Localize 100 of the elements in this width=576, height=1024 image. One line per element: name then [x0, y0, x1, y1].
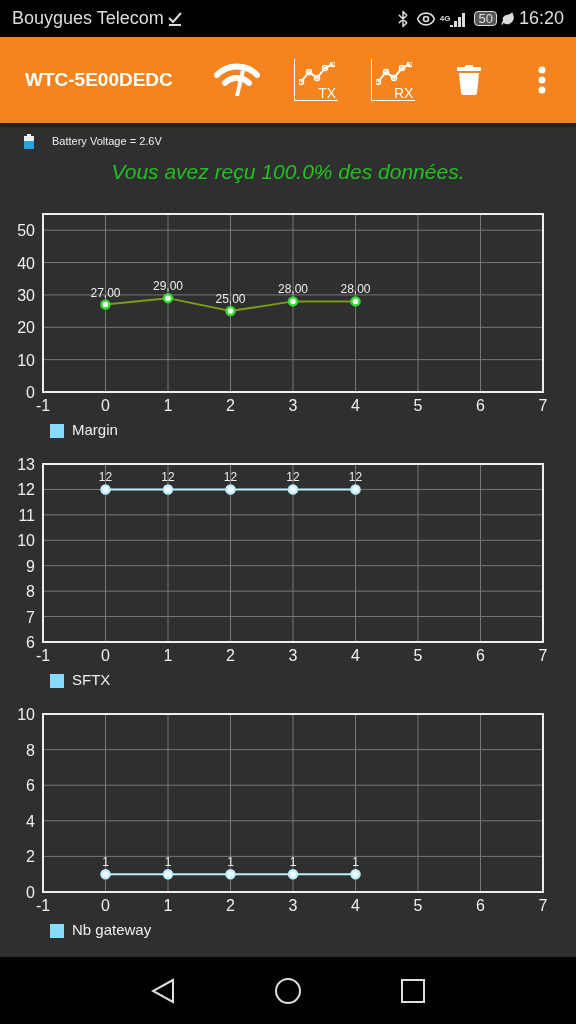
value-label: 28,00	[340, 282, 371, 297]
data-point	[100, 484, 111, 496]
x-tick-label: 1	[163, 397, 173, 415]
y-tick-label: 4	[26, 813, 35, 831]
x-tick-label: 5	[413, 397, 423, 415]
y-tick-label: 6	[26, 634, 35, 652]
legend-label: Margin	[72, 420, 118, 441]
value-label: 12	[348, 470, 363, 485]
battery-voltage: Battery Voltage = 2.6V	[52, 134, 162, 150]
data-point	[225, 306, 236, 317]
data-point	[287, 869, 299, 880]
value-label: 1	[289, 855, 297, 870]
x-tick-label: 1	[163, 897, 173, 915]
x-tick-label: 2	[226, 647, 235, 665]
data-point	[287, 484, 299, 496]
y-tick-label: 0	[26, 884, 35, 902]
x-tick-label: 4	[351, 397, 360, 415]
x-tick-label: 7	[538, 397, 548, 415]
x-tick-label: 6	[476, 897, 485, 915]
y-tick-label: 11	[18, 507, 35, 525]
leaf-icon	[500, 11, 515, 26]
value-label: 25,00	[215, 292, 246, 307]
line-chart-icon	[376, 62, 413, 87]
value-label: 12	[223, 470, 238, 485]
x-tick-label: 4	[351, 647, 360, 665]
x-tick-label: -1	[35, 647, 51, 665]
y-tick-label: 50	[17, 222, 35, 240]
x-tick-label: 0	[101, 397, 110, 415]
line-chart-icon	[299, 62, 336, 87]
value-label: 1	[164, 855, 172, 870]
y-tick-label: 10	[17, 352, 35, 369]
checkmark-icon	[167, 11, 182, 26]
data-point	[350, 296, 361, 307]
trash-icon	[456, 65, 481, 96]
x-tick-label: 2	[226, 397, 235, 415]
x-tick-label: 5	[413, 897, 423, 915]
x-tick-label: 0	[101, 897, 110, 915]
x-tick-label: 3	[288, 897, 298, 915]
battery-level: 50	[474, 11, 497, 27]
y-tick-label: 10	[17, 532, 35, 550]
value-label: 12	[98, 470, 113, 485]
x-tick-label: 4	[351, 897, 360, 915]
data-point	[162, 484, 174, 496]
data-point	[225, 869, 236, 880]
legend-label: Nb gateway	[72, 920, 152, 941]
legend-swatch	[50, 423, 64, 438]
x-tick-label: 3	[288, 397, 298, 415]
clock: 16:20	[518, 7, 564, 31]
y-tick-label: 9	[26, 558, 35, 576]
x-tick-label: 0	[101, 647, 110, 665]
value-label: 27,00	[90, 286, 121, 300]
y-tick-label: 8	[26, 741, 35, 759]
cell-signal-icon	[450, 10, 467, 27]
x-tick-label: 6	[476, 647, 485, 665]
carrier-name: Bouygues Telecom	[12, 7, 164, 31]
x-tick-label: -1	[35, 397, 51, 415]
battery-icon	[24, 134, 34, 150]
y-tick-label: 6	[26, 777, 35, 795]
y-tick-label: 7	[26, 608, 35, 626]
more-icon	[538, 66, 546, 95]
toolbar-title: WTC-5E00DEDC	[25, 68, 173, 93]
recents-icon	[401, 978, 426, 1003]
x-tick-label: 1	[163, 647, 173, 665]
data-point	[100, 299, 111, 311]
y-tick-label: 2	[26, 848, 35, 866]
status-message: Vous avez reçu 100.0% des données.	[110, 158, 466, 185]
value-label: 29,00	[153, 279, 183, 294]
x-tick-label: 7	[538, 897, 548, 915]
value-label: 28,00	[278, 282, 308, 297]
data-point	[162, 293, 174, 304]
x-tick-label: 2	[226, 897, 235, 915]
y-tick-label: 10	[17, 707, 35, 724]
data-point	[100, 869, 111, 880]
y-tick-label: 13	[17, 457, 35, 474]
x-tick-label: 3	[288, 647, 298, 665]
chart-button[interactable]: RX	[371, 59, 416, 102]
wifi-icon	[213, 62, 260, 99]
value-label: 1	[102, 855, 109, 870]
value-label: 12	[161, 470, 175, 485]
y-tick-label: 8	[26, 583, 35, 601]
back-icon	[150, 977, 175, 1004]
value-label: 1	[227, 855, 234, 870]
y-tick-label: 0	[26, 384, 35, 402]
y-tick-label: 20	[17, 319, 35, 337]
chart-button[interactable]: TX	[294, 59, 339, 102]
legend-label: SFTX	[72, 670, 111, 691]
home-icon	[274, 976, 302, 1005]
x-tick-label: 7	[538, 647, 548, 665]
y-tick-label: 40	[17, 254, 35, 272]
value-label: 12	[286, 470, 300, 485]
y-tick-label: 12	[17, 481, 35, 499]
network-type: 4G	[439, 12, 451, 25]
x-tick-label: -1	[35, 897, 51, 915]
legend-swatch	[50, 923, 64, 938]
x-tick-label: 6	[476, 397, 485, 415]
data-point	[350, 869, 361, 880]
data-point	[162, 869, 174, 880]
value-label: 1	[352, 855, 359, 870]
legend-swatch	[50, 673, 64, 688]
x-tick-label: 5	[413, 647, 423, 665]
